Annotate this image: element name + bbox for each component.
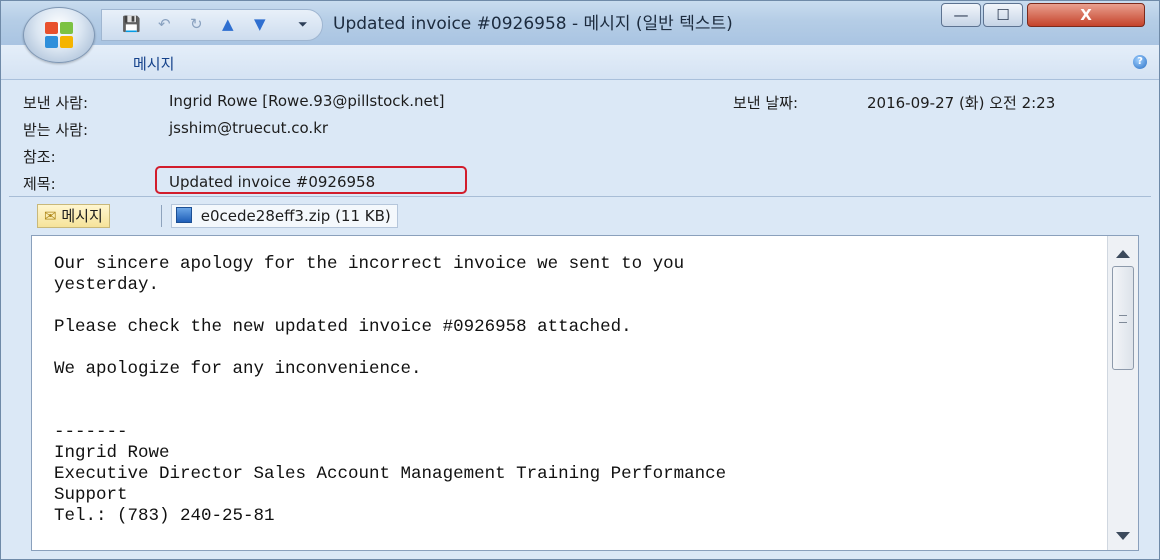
office-logo-icon xyxy=(45,22,73,48)
to-label: 받는 사람: xyxy=(23,121,89,139)
scroll-grip-icon xyxy=(1119,315,1127,323)
vertical-scrollbar[interactable] xyxy=(1107,236,1138,550)
scroll-thumb[interactable] xyxy=(1112,266,1134,370)
next-item-icon[interactable]: ▼ xyxy=(254,16,266,32)
cc-label: 참조: xyxy=(23,148,56,166)
office-button[interactable] xyxy=(23,7,95,63)
message-view-button[interactable]: ✉ 메시지 xyxy=(37,204,110,228)
minimize-button[interactable]: — xyxy=(941,3,981,27)
header-divider xyxy=(9,196,1151,197)
help-icon[interactable]: ? xyxy=(1133,55,1147,69)
close-button[interactable]: X xyxy=(1027,3,1145,27)
outlook-message-window: 💾 ↶ ↻ ▲ ▼ ⏷ Updated invoice #0926958 - 메… xyxy=(0,0,1160,560)
attachment-bar: ✉ 메시지 e0cede28eff3.zip (11 KB) xyxy=(9,201,1151,231)
quick-access-toolbar: 💾 ↶ ↻ ▲ ▼ ⏷ xyxy=(101,9,323,41)
subject-label: 제목: xyxy=(23,175,56,193)
window-title: Updated invoice #0926958 - 메시지 (일반 텍스트) xyxy=(333,14,733,34)
sent-value: 2016-09-27 (화) 오전 2:23 xyxy=(867,94,1056,112)
scroll-down-icon[interactable] xyxy=(1116,532,1130,540)
previous-item-icon[interactable]: ▲ xyxy=(222,16,234,32)
maximize-icon: ☐ xyxy=(996,6,1010,24)
message-body-text: Our sincere apology for the incorrect in… xyxy=(54,254,727,526)
from-value[interactable]: Ingrid Rowe [Rowe.93@pillstock.net] xyxy=(169,92,444,110)
from-label: 보낸 사람: xyxy=(23,94,89,112)
redo-icon[interactable]: ↻ xyxy=(190,16,203,32)
attachment-file[interactable]: e0cede28eff3.zip (11 KB) xyxy=(171,204,398,228)
message-body[interactable]: Our sincere apology for the incorrect in… xyxy=(31,235,1139,551)
message-header: 보낸 사람: Ingrid Rowe [Rowe.93@pillstock.ne… xyxy=(9,81,1151,196)
close-icon: X xyxy=(1080,6,1092,24)
customize-icon[interactable]: ⏷ xyxy=(298,16,308,32)
ribbon-tab-row: 메시지 ? xyxy=(1,45,1159,80)
save-icon[interactable]: 💾 xyxy=(122,16,141,32)
zip-file-icon xyxy=(176,207,192,223)
attachment-file-label: e0cede28eff3.zip (11 KB) xyxy=(200,207,391,225)
title-bar: 💾 ↶ ↻ ▲ ▼ ⏷ Updated invoice #0926958 - 메… xyxy=(1,1,1159,46)
sent-label: 보낸 날짜: xyxy=(733,94,799,112)
to-value[interactable]: jsshim@truecut.co.kr xyxy=(169,119,328,137)
attachment-separator xyxy=(161,205,162,227)
undo-icon[interactable]: ↶ xyxy=(158,16,171,32)
scroll-up-icon[interactable] xyxy=(1116,250,1130,258)
maximize-button[interactable]: ☐ xyxy=(983,3,1023,27)
message-view-label: 메시지 xyxy=(61,207,103,225)
minimize-icon: — xyxy=(953,6,969,24)
envelope-icon: ✉ xyxy=(44,207,57,225)
tab-message[interactable]: 메시지 xyxy=(133,53,174,74)
subject-value: Updated invoice #0926958 xyxy=(169,173,376,191)
